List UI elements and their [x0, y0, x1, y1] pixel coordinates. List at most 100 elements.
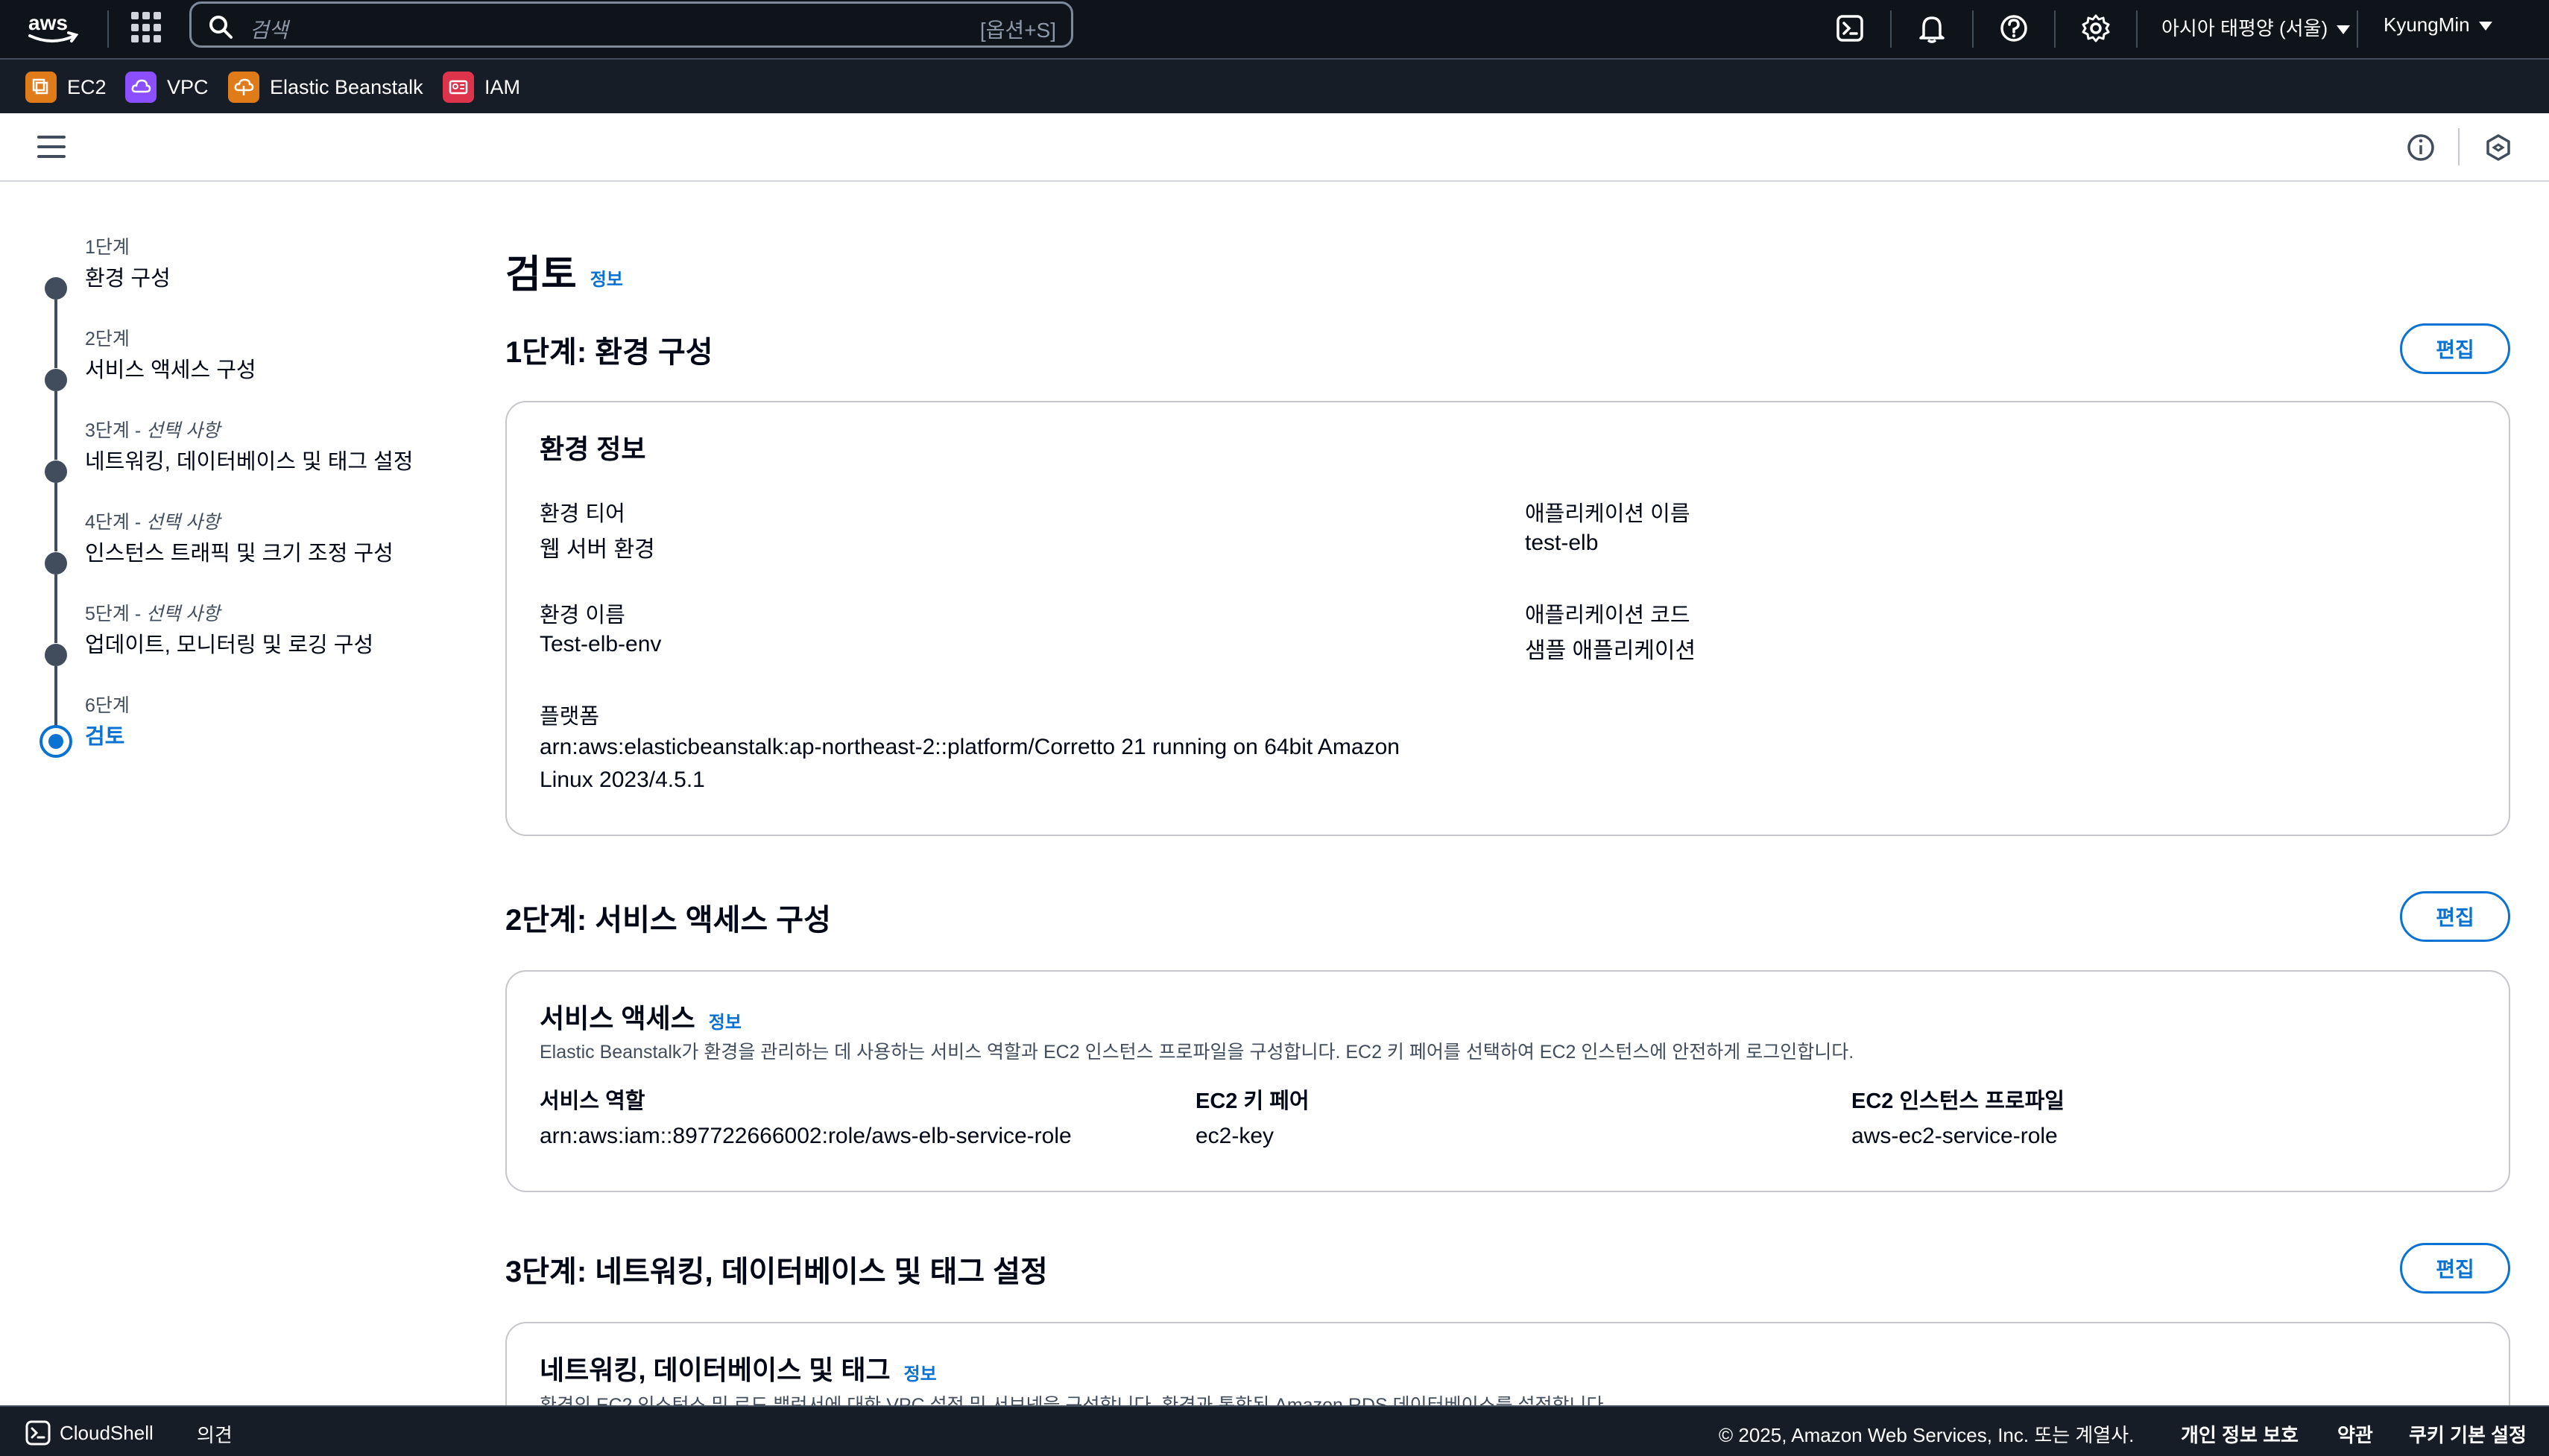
nav-divider — [1890, 10, 1892, 48]
step-label: 업데이트, 모니터링 및 로깅 구성 — [85, 633, 374, 657]
cloudshell-icon[interactable] — [1831, 9, 1869, 48]
step-connector — [54, 300, 57, 368]
instance-profile-label: EC2 인스턴스 프로파일 — [1851, 1089, 2065, 1113]
step-number: 5단계 - 선택 사항 — [85, 604, 221, 624]
console-subheader — [0, 113, 2549, 182]
step-number: 3단계 - 선택 사항 — [85, 420, 221, 441]
app-name-label: 애플리케이션 이름 — [1525, 502, 1690, 526]
chevron-down-icon — [2478, 22, 2492, 31]
account-menu[interactable]: KyungMin — [2384, 13, 2492, 37]
info-panel-icon[interactable] — [2406, 133, 2436, 162]
favorites-bar: EC2 VPC Elastic Beanstalk IAM — [0, 58, 2549, 113]
page-title: 검토 정보 — [505, 253, 623, 297]
elastic-beanstalk-icon — [228, 72, 259, 103]
step-number: 2단계 — [85, 329, 130, 349]
edit-step-1-button[interactable]: 편집 — [2400, 323, 2510, 374]
service-role-value: arn:aws:iam::897722666002:role/aws-elb-s… — [540, 1124, 1072, 1148]
console-footer: CloudShell 의견 © 2025, Amazon Web Service… — [0, 1405, 2549, 1456]
step-connector — [54, 575, 57, 643]
favorite-label: Elastic Beanstalk — [270, 75, 423, 98]
env-name-value: Test-elb-env — [540, 632, 662, 656]
step-number: 6단계 — [85, 695, 130, 716]
app-code-value: 샘플 애플리케이션 — [1525, 639, 1696, 663]
info-link[interactable]: 정보 — [709, 1013, 742, 1033]
svg-text:aws: aws — [28, 11, 68, 34]
iam-icon — [443, 72, 474, 103]
region-label: 아시아 태평양 (서울) — [2161, 17, 2328, 39]
search-placeholder: 검색 — [250, 19, 288, 42]
nav-divider — [2136, 10, 2138, 48]
step-label: 네트워킹, 데이터베이스 및 태그 설정 — [85, 450, 414, 474]
step-label: 환경 구성 — [85, 267, 171, 291]
section-3-title: 3단계: 네트워킹, 데이터베이스 및 태그 설정 — [505, 1256, 1048, 1288]
step-connector — [54, 483, 57, 551]
key-pair-label: EC2 키 페어 — [1195, 1089, 1310, 1113]
chevron-down-icon — [2337, 25, 2351, 35]
key-pair-value: ec2-key — [1195, 1124, 1274, 1148]
step-label: 검토 — [85, 725, 125, 749]
feedback-link[interactable]: 의견 — [197, 1420, 233, 1448]
edit-step-3-button[interactable]: 편집 — [2400, 1243, 2510, 1294]
search-icon — [209, 16, 233, 39]
app-name-value: test-elb — [1525, 531, 1599, 555]
terms-link[interactable]: 약관 — [2337, 1420, 2373, 1448]
favorite-elastic-beanstalk[interactable]: Elastic Beanstalk — [228, 70, 423, 104]
platform-label: 플랫폼 — [540, 705, 600, 729]
user-name: KyungMin — [2384, 13, 2470, 36]
favorite-iam[interactable]: IAM — [443, 70, 520, 104]
service-role-label: 서비스 역할 — [540, 1089, 645, 1113]
hamburger-menu-icon[interactable] — [37, 136, 66, 159]
cloudshell-button[interactable]: CloudShell — [25, 1420, 154, 1446]
search-input[interactable]: 검색 [옵션+S] — [189, 1, 1073, 48]
step-indicator — [45, 552, 67, 575]
vpc-cloud-icon — [125, 72, 157, 103]
cloudshell-icon — [25, 1420, 51, 1446]
step-number: 1단계 — [85, 237, 130, 258]
step-indicator — [45, 277, 67, 300]
edit-step-2-button[interactable]: 편집 — [2400, 891, 2510, 942]
app-code-label: 애플리케이션 코드 — [1525, 604, 1690, 627]
settings-gear-icon[interactable] — [2076, 9, 2115, 48]
platform-value-line-2: Linux 2023/4.5.1 — [540, 767, 705, 792]
env-tier-value: 웹 서버 환경 — [540, 537, 655, 562]
favorite-ec2[interactable]: EC2 — [25, 70, 107, 104]
favorite-label: EC2 — [67, 75, 107, 98]
copyright-text: © 2025, Amazon Web Services, Inc. 또는 계열사… — [1719, 1424, 2135, 1446]
ec2-icon — [25, 72, 57, 103]
environment-info-card: 환경 정보 환경 티어 웹 서버 환경 애플리케이션 이름 test-elb 환… — [505, 401, 2510, 836]
nav-divider — [2357, 10, 2358, 48]
card-title: 환경 정보 — [540, 434, 646, 464]
section-1-title: 1단계: 환경 구성 — [505, 336, 713, 369]
privacy-link[interactable]: 개인 정보 보호 — [2181, 1420, 2299, 1448]
services-grid-icon[interactable] — [131, 12, 162, 43]
nav-divider — [107, 10, 109, 48]
step-indicator — [45, 460, 67, 483]
favorite-vpc[interactable]: VPC — [125, 70, 209, 104]
nav-divider — [1972, 10, 1974, 48]
step-number: 4단계 - 선택 사항 — [85, 512, 221, 533]
info-link[interactable]: 정보 — [904, 1364, 937, 1384]
amazon-q-icon[interactable] — [2483, 133, 2513, 162]
service-access-card: 서비스 액세스 정보 Elastic Beanstalk가 환경을 관리하는 데 … — [505, 970, 2510, 1192]
step-indicator — [45, 369, 67, 391]
step-connector — [54, 391, 57, 460]
aws-logo[interactable]: aws — [25, 7, 80, 48]
favorite-label: VPC — [167, 75, 209, 98]
card-title: 서비스 액세스 정보 — [540, 1003, 742, 1034]
instance-profile-value: aws-ec2-service-role — [1851, 1124, 2058, 1148]
notifications-bell-icon[interactable] — [1912, 9, 1951, 48]
step-indicator — [45, 644, 67, 666]
search-shortcut: [옵션+S] — [979, 19, 1056, 42]
section-2-title: 2단계: 서비스 액세스 구성 — [505, 904, 831, 937]
info-link[interactable]: 정보 — [590, 270, 623, 290]
cookie-preferences-link[interactable]: 쿠키 기본 설정 — [2409, 1420, 2527, 1448]
step-label: 인스턴스 트래픽 및 크기 조정 구성 — [85, 542, 394, 566]
top-navigation: aws 검색 [옵션+S] 아시아 태평양 (서울) KyungMin — [0, 0, 2549, 58]
env-name-label: 환경 이름 — [540, 604, 625, 627]
env-tier-label: 환경 티어 — [540, 502, 625, 526]
subheader-divider — [2458, 128, 2460, 165]
card-title: 네트워킹, 데이터베이스 및 태그 정보 — [540, 1355, 937, 1385]
favorite-label: IAM — [484, 75, 521, 98]
help-icon[interactable] — [1994, 9, 2033, 48]
region-selector[interactable]: 아시아 태평양 (서울) — [2161, 13, 2351, 41]
